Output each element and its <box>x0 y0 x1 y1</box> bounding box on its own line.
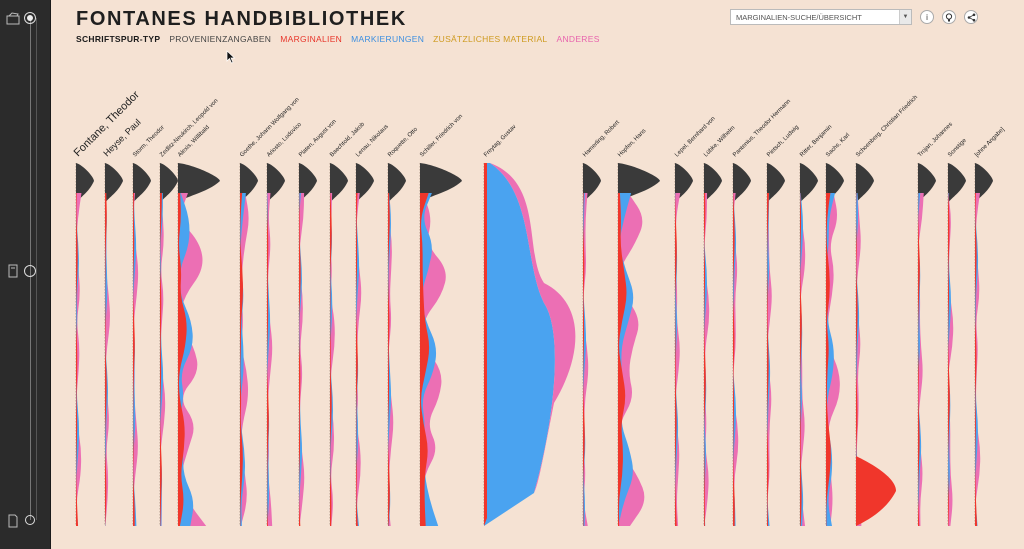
stream-provenance <box>330 163 348 203</box>
author-label[interactable]: Schoenberg, Christian Friedrich <box>855 95 919 159</box>
stream-provenance <box>800 163 818 203</box>
author-column[interactable]: Sachs, Karl <box>825 132 851 526</box>
mouse-cursor <box>226 50 236 64</box>
author-label[interactable]: Pantenius, Theodor Hermann <box>732 99 792 159</box>
author-column[interactable]: Hopfen, Hans <box>617 128 660 526</box>
author-column[interactable]: Schiller, Friedrich von <box>419 114 464 526</box>
author-column[interactable]: Roquette, Otto <box>387 126 419 526</box>
stream-marginalia <box>856 456 896 526</box>
author-column[interactable]: Pietsch, Ludwig <box>766 124 800 526</box>
author-label[interactable]: Roquette, Otto <box>387 126 419 158</box>
stream-provenance <box>767 163 785 203</box>
author-column[interactable]: Zedlitz-Neukirch, Leopold von <box>159 98 220 526</box>
author-label[interactable]: Freytag, Gustav <box>483 124 517 158</box>
stream-markings <box>484 163 555 526</box>
author-column[interactable]: Pantenius, Theodor Hermann <box>732 99 792 526</box>
stream-provenance <box>856 163 874 203</box>
author-column[interactable]: Schoenberg, Christian Friedrich <box>855 95 919 526</box>
stream-provenance <box>388 163 406 203</box>
stream-provenance <box>133 163 151 203</box>
author-label[interactable]: Lübke, Wilhelm <box>703 125 736 158</box>
stream-provenance <box>105 163 123 203</box>
author-label[interactable]: Schiller, Friedrich von <box>419 114 464 159</box>
stream-provenance <box>948 163 966 203</box>
author-column[interactable]: Hamerling, Robert <box>582 120 621 526</box>
author-label[interactable]: Sachs, Karl <box>825 132 851 158</box>
library-visualization: Fontane, TheodorHeyse, PaulStorm, Theodo… <box>72 89 1006 526</box>
author-label[interactable]: Sonstige <box>947 137 968 158</box>
author-column[interactable]: Freytag, Gustav <box>483 124 576 526</box>
author-column[interactable]: [ohne Angabe] <box>974 127 1006 526</box>
author-column[interactable]: Sonstige <box>947 137 968 526</box>
author-column[interactable]: Lenau, Nikolaus <box>355 124 390 526</box>
author-label[interactable]: Pietsch, Ludwig <box>766 124 800 158</box>
author-column[interactable]: Goethe, Johann Wolfgang von <box>239 97 301 526</box>
author-column[interactable]: Lübke, Wilhelm <box>703 125 736 526</box>
stream-provenance <box>733 163 751 203</box>
author-column[interactable]: Alexis, Willibald <box>177 125 220 526</box>
author-label[interactable]: [ohne Angabe] <box>974 127 1006 159</box>
stream-marginalia <box>484 163 487 526</box>
author-column[interactable]: Ariosto, Ludovico <box>266 121 303 526</box>
author-label[interactable]: Hamerling, Robert <box>582 120 621 159</box>
author-label[interactable]: Hopfen, Hans <box>617 128 647 158</box>
